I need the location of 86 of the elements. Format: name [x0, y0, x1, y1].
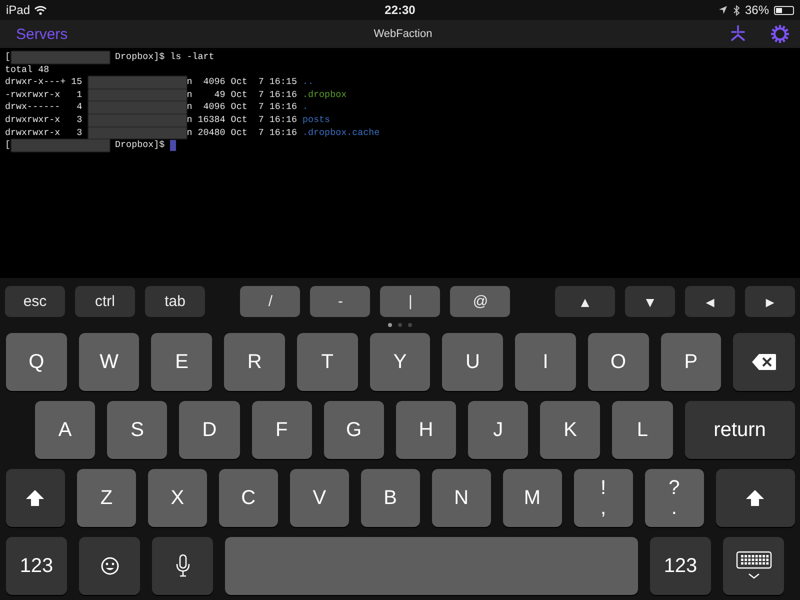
accessory-key[interactable]: /	[240, 286, 300, 317]
letter-key[interactable]: G	[324, 401, 384, 459]
letter-key[interactable]: W	[78, 333, 140, 391]
text-cursor	[170, 140, 176, 152]
numbers-key[interactable]: 123	[650, 537, 711, 595]
battery-percent: 36%	[744, 3, 770, 17]
accessory-key[interactable]: ▲	[555, 286, 615, 317]
backspace-key[interactable]	[733, 333, 796, 391]
terminal-text: drwxr-x---+ 15	[5, 76, 84, 89]
terminal-text: [	[5, 139, 11, 152]
terminal-text: n 4096 Oct 7 16:16	[186, 101, 298, 114]
accessory-key[interactable]: -	[310, 286, 370, 317]
letter-key[interactable]: F	[252, 401, 312, 459]
bluetooth-icon	[732, 4, 740, 16]
letter-key[interactable]: D	[179, 401, 240, 459]
letter-key[interactable]: X	[148, 469, 207, 527]
return-key[interactable]: return	[684, 401, 796, 459]
nav-title: WebFaction	[374, 28, 432, 40]
accessory-key[interactable]: @	[450, 286, 510, 317]
terminal-text: drwxrwxr-x 3	[5, 114, 84, 127]
emoji-key[interactable]	[79, 537, 140, 595]
terminal-text: drwx------ 4	[5, 101, 84, 114]
letter-key[interactable]: I	[515, 333, 576, 391]
directory-name: posts	[302, 114, 330, 127]
letter-key[interactable]: K	[540, 401, 600, 459]
letter-key[interactable]: P	[660, 333, 722, 391]
delete-icon	[752, 354, 776, 370]
letter-key[interactable]: N	[432, 469, 491, 527]
battery-icon	[774, 6, 794, 14]
letter-key[interactable]: Y	[370, 333, 430, 391]
accessory-key[interactable]: |	[380, 286, 440, 317]
accessory-key[interactable]: ►	[745, 286, 795, 317]
letter-key[interactable]: B	[360, 469, 420, 527]
letter-key[interactable]: J	[468, 401, 528, 459]
terminal-text: total 48	[5, 64, 50, 76]
letter-key[interactable]: Q	[6, 333, 67, 391]
letter-key[interactable]: A	[35, 401, 96, 459]
shift-arrow-icon	[745, 489, 766, 507]
directory-name: ..	[302, 76, 314, 89]
shift-key[interactable]	[716, 469, 795, 527]
accessory-key[interactable]: ctrl	[75, 286, 135, 317]
dictation-key[interactable]	[152, 537, 213, 595]
file-name: .dropbox	[302, 88, 347, 102]
accessory-key[interactable]: esc	[5, 286, 65, 317]
letter-key[interactable]: V	[290, 469, 349, 527]
letter-key[interactable]: H	[396, 401, 456, 459]
back-button[interactable]: Servers	[16, 26, 68, 42]
accessory-key[interactable]: tab	[145, 286, 205, 317]
terminal-text: -rwxrwxr-x 1	[5, 88, 84, 102]
keyboard-icon	[736, 551, 772, 581]
shift-arrow-icon	[25, 489, 46, 507]
settings-icon[interactable]	[770, 24, 790, 44]
directory-name: .dropbox.cache	[302, 126, 380, 140]
hide-keyboard-key[interactable]	[723, 537, 784, 595]
directory-name: .	[302, 101, 308, 114]
terminal-text: n 49 Oct 7 16:16	[186, 88, 298, 102]
punctuation-key[interactable]: ! ,	[574, 469, 633, 527]
letter-key[interactable]: L	[612, 401, 673, 459]
letter-key[interactable]: R	[224, 333, 285, 391]
carrier-label: iPad	[6, 3, 30, 17]
accessory-key[interactable]: ◄	[685, 286, 735, 317]
smiley-icon	[100, 556, 120, 576]
location-arrow-icon	[718, 5, 728, 15]
letter-key[interactable]: T	[296, 333, 358, 391]
letter-key[interactable]: C	[218, 469, 278, 527]
terminal-text: Dropbox]$	[114, 139, 166, 152]
terminal-text: n 16384 Oct 7 16:16	[186, 114, 298, 127]
letter-key[interactable]: S	[107, 401, 168, 459]
letter-key[interactable]: M	[502, 469, 562, 527]
terminal-text: Dropbox]$ ls -lart	[114, 51, 214, 64]
terminal-text: drwxrwxr-x 3	[5, 126, 84, 140]
letter-key[interactable]: U	[442, 333, 504, 391]
letter-key[interactable]: O	[588, 333, 649, 391]
accessory-key[interactable]: ▼	[625, 286, 675, 317]
microphone-icon	[176, 554, 190, 578]
spinner-icon[interactable]	[728, 24, 748, 44]
terminal-text: n 20480 Oct 7 16:16	[186, 126, 298, 140]
letter-key[interactable]: E	[151, 333, 212, 391]
letter-key[interactable]: Z	[76, 469, 136, 527]
clock-time: 22:30	[384, 3, 416, 17]
terminal-text: n 4096 Oct 7 16:15	[186, 76, 298, 89]
shift-key[interactable]	[6, 469, 65, 527]
numbers-key[interactable]: 123	[6, 537, 67, 595]
wifi-icon	[34, 5, 48, 15]
punctuation-key[interactable]: ? .	[644, 469, 704, 527]
terminal-text: [	[5, 51, 11, 64]
